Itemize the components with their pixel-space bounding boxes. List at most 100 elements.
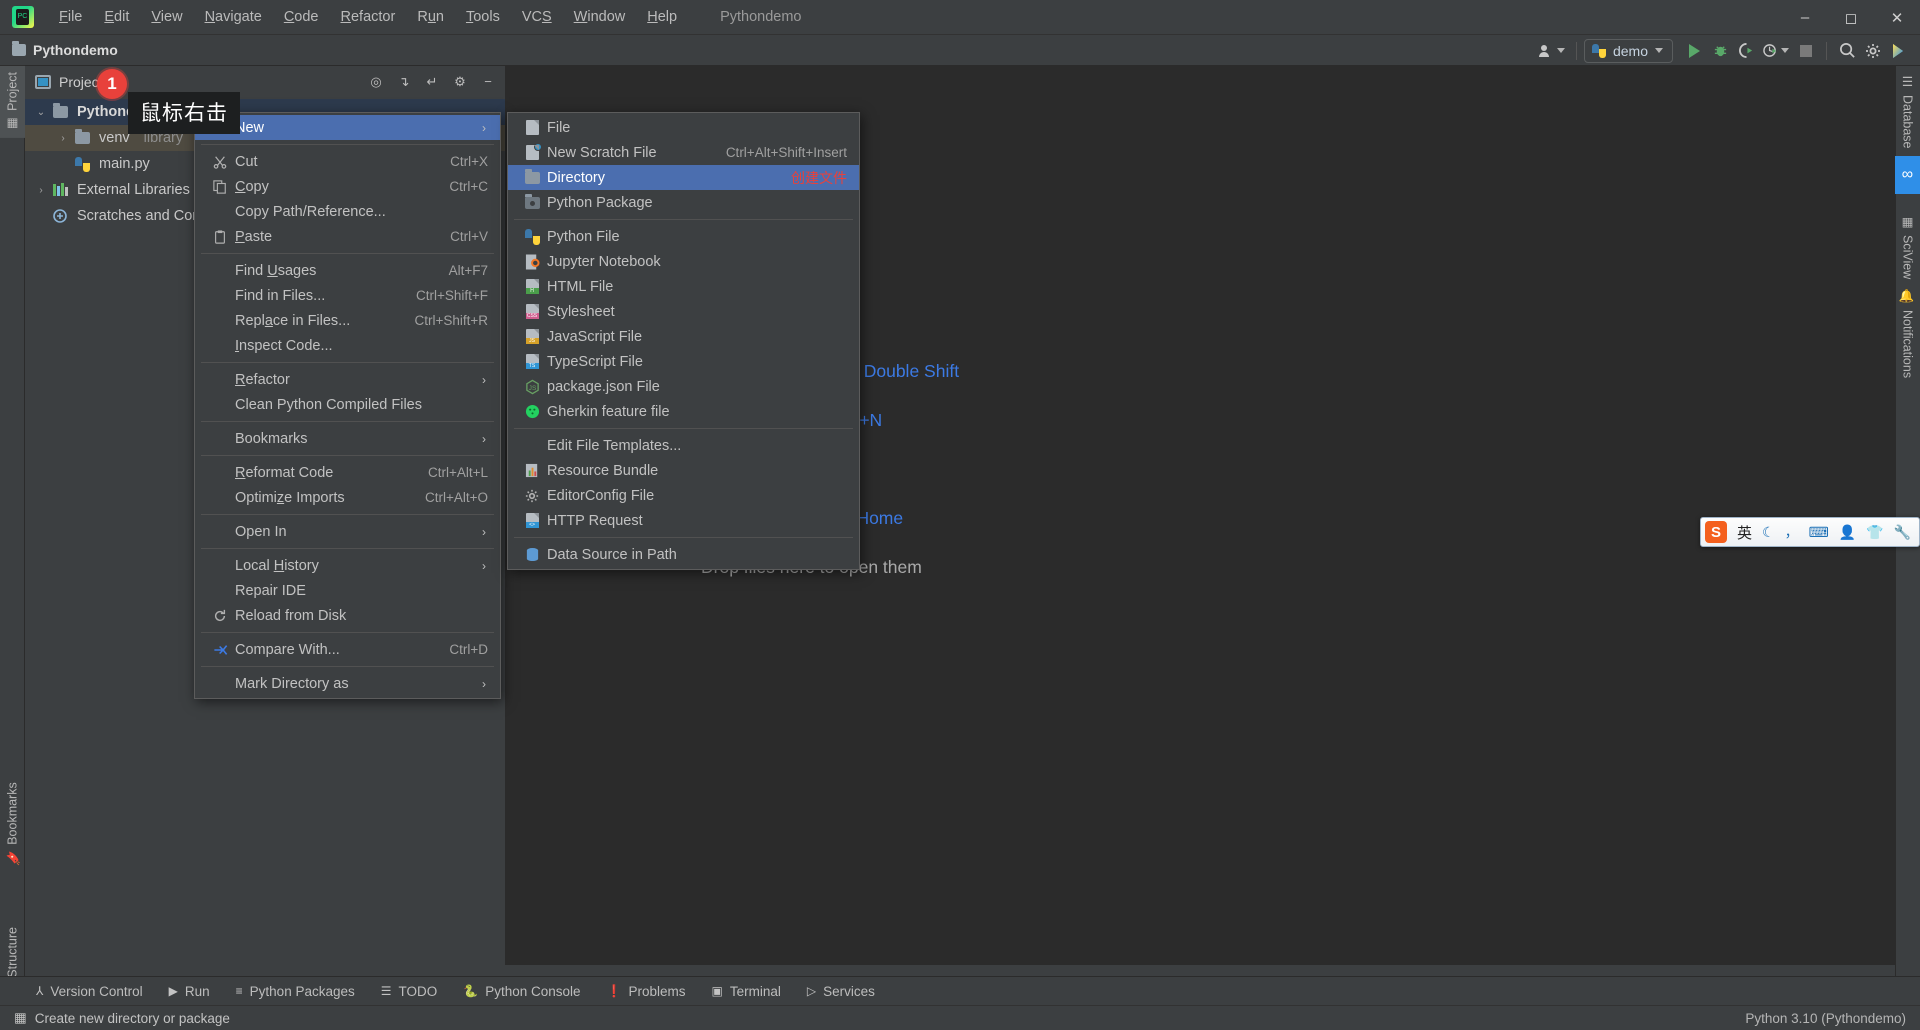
run-icon[interactable] (1681, 39, 1707, 63)
context-menu-item-reload-from-disk[interactable]: Reload from Disk (195, 603, 500, 628)
context-menu-item-mark-directory-as[interactable]: Mark Directory as › (195, 671, 500, 696)
bottom-tab-problems[interactable]: ❗ Problems (607, 984, 686, 999)
sidebar-item-database[interactable]: ☰ Database (1895, 66, 1920, 157)
chevron-right-icon[interactable]: › (35, 185, 47, 196)
ime-mode-label[interactable]: 英 (1737, 522, 1752, 543)
moon-icon[interactable]: ☾ (1762, 524, 1775, 541)
bottom-tab-terminal[interactable]: ▣ Terminal (712, 984, 781, 999)
context-menu-item-cut[interactable]: Cut Ctrl+X (195, 149, 500, 174)
profile-icon[interactable] (1759, 39, 1793, 63)
menubar-item-file[interactable]: File (48, 5, 93, 29)
context-menu-item-local-history[interactable]: Local History › (195, 553, 500, 578)
search-icon[interactable] (1834, 39, 1860, 63)
comma-icon[interactable]: ， (1785, 522, 1799, 542)
context-menu-item-replace-in-files[interactable]: Replace in Files... Ctrl+Shift+R (195, 308, 500, 333)
hide-icon[interactable]: − (479, 73, 497, 91)
sidebar-item-label: Structure (5, 927, 20, 978)
stop-icon[interactable] (1793, 39, 1819, 63)
close-icon[interactable]: ✕ (1874, 0, 1920, 35)
copy-icon (209, 179, 231, 194)
new-submenu-item-typescript-file[interactable]: TS TypeScript File (508, 349, 859, 374)
tools-icon[interactable]: 🔧 (1894, 524, 1911, 541)
new-submenu-item-gherkin-feature-file[interactable]: Gherkin feature file (508, 399, 859, 424)
user-icon[interactable]: 👤 (1839, 524, 1856, 541)
context-menu-item-clean-python-compiled-files[interactable]: Clean Python Compiled Files (195, 392, 500, 417)
new-submenu-item-resource-bundle[interactable]: Resource Bundle (508, 458, 859, 483)
new-submenu-item-python-file[interactable]: Python File (508, 224, 859, 249)
menubar-item-navigate[interactable]: Navigate (194, 5, 273, 29)
chevron-right-icon[interactable]: › (57, 133, 69, 144)
menubar-item-tools[interactable]: Tools (455, 5, 511, 29)
bottom-tab-services[interactable]: ▷ Services (807, 984, 875, 999)
new-submenu-item-jupyter-notebook[interactable]: Jupyter Notebook (508, 249, 859, 274)
context-menu-item-shortcut: Alt+F7 (448, 263, 488, 278)
new-submenu-item-python-package[interactable]: Python Package (508, 190, 859, 215)
bottom-tab-python-packages[interactable]: ≡ Python Packages (236, 984, 355, 999)
folder-icon (75, 129, 93, 144)
collapse-all-icon[interactable]: ↵ (423, 73, 441, 91)
minimize-icon[interactable]: – (1782, 0, 1828, 35)
menubar-item-view[interactable]: View (140, 5, 193, 29)
expand-all-icon[interactable]: ↴ (395, 73, 413, 91)
context-menu-item-refactor[interactable]: Refactor › (195, 367, 500, 392)
context-menu-item-optimize-imports[interactable]: Optimize Imports Ctrl+Alt+O (195, 485, 500, 510)
skin-icon[interactable]: 👕 (1866, 524, 1883, 541)
menubar-item-help[interactable]: Help (636, 5, 688, 29)
sidebar-item-sciview[interactable]: ▦ SciView (1895, 206, 1920, 287)
menubar-item-edit[interactable]: Edit (93, 5, 140, 29)
run-configuration-selector[interactable]: demo (1583, 38, 1673, 63)
select-opened-file-icon[interactable]: ◎ (367, 73, 385, 91)
context-menu-item-find-usages[interactable]: Find Usages Alt+F7 (195, 258, 500, 283)
context-menu-item-copy[interactable]: Copy Ctrl+C (195, 174, 500, 199)
new-submenu-item-html-file[interactable]: H HTML File (508, 274, 859, 299)
bottom-tab-todo[interactable]: ☰ TODO (381, 984, 438, 999)
bottom-tab-run[interactable]: ▶ Run (169, 984, 210, 999)
new-submenu-item-http-request[interactable]: <> HTTP Request (508, 508, 859, 533)
gear-icon[interactable] (1860, 39, 1886, 63)
sidebar-item-ai-assistant[interactable]: ∞ (1895, 156, 1920, 194)
ai-assistant-icon[interactable] (1886, 39, 1912, 63)
interpreter-label[interactable]: Python 3.10 (Pythondemo) (1745, 1011, 1906, 1026)
context-menu-item-inspect-code[interactable]: Inspect Code... (195, 333, 500, 358)
gear-icon[interactable]: ⚙ (451, 73, 469, 91)
menubar-item-vcs[interactable]: VCS (511, 5, 563, 29)
chevron-down-icon[interactable]: ⌄ (35, 107, 47, 118)
new-submenu-item-data-source-in-path[interactable]: Data Source in Path (508, 542, 859, 567)
context-menu-item-new[interactable]: New › (195, 115, 500, 140)
new-submenu-item-new-scratch-file[interactable]: New Scratch File Ctrl+Alt+Shift+Insert (508, 140, 859, 165)
sidebar-item-bookmarks[interactable]: 🔖 Bookmarks (0, 776, 25, 872)
user-account-icon[interactable] (1534, 39, 1569, 63)
context-menu-item-copy-path-reference[interactable]: Copy Path/Reference... (195, 199, 500, 224)
refresh-icon (209, 609, 231, 623)
new-submenu-item-editorconfig-file[interactable]: EditorConfig File (508, 483, 859, 508)
context-menu-item-open-in[interactable]: Open In › (195, 519, 500, 544)
breadcrumb[interactable]: Pythondemo (12, 41, 118, 58)
run-with-coverage-icon[interactable] (1733, 39, 1759, 63)
maximize-icon[interactable]: ◻ (1828, 0, 1874, 35)
sogou-ime-bar[interactable]: S 英 ☾ ， ⌨ 👤 👕 🔧 (1700, 517, 1920, 547)
new-submenu-item-package-json-file[interactable]: JS package.json File (508, 374, 859, 399)
new-submenu-item-stylesheet[interactable]: CSS Stylesheet (508, 299, 859, 324)
menubar-item-code[interactable]: Code (273, 5, 330, 29)
menubar-item-run[interactable]: Run (406, 5, 455, 29)
new-submenu-item-directory[interactable]: Directory 创建文件 (508, 165, 859, 190)
context-menu-item-bookmarks[interactable]: Bookmarks › (195, 426, 500, 451)
keyboard-icon[interactable]: ⌨ (1809, 524, 1829, 541)
new-submenu-item-label: package.json File (547, 378, 660, 395)
new-submenu-item-file[interactable]: File (508, 115, 859, 140)
context-menu-item-paste[interactable]: Paste Ctrl+V (195, 224, 500, 249)
sidebar-item-project[interactable]: ▦ Project (0, 66, 25, 138)
menubar-item-refactor[interactable]: Refactor (330, 5, 407, 29)
sidebar-item-label: Bookmarks (5, 782, 20, 845)
new-submenu-item-javascript-file[interactable]: JS JavaScript File (508, 324, 859, 349)
sidebar-item-notifications[interactable]: 🔔 Notifications (1895, 281, 1920, 386)
debug-bug-icon[interactable] (1707, 39, 1733, 63)
menubar-item-window[interactable]: Window (563, 5, 637, 29)
context-menu-item-compare-with[interactable]: Compare With... Ctrl+D (195, 637, 500, 662)
context-menu-item-find-in-files[interactable]: Find in Files... Ctrl+Shift+F (195, 283, 500, 308)
bottom-tab-version-control[interactable]: ⅄ Version Control (36, 984, 143, 999)
bottom-tab-python-console[interactable]: 🐍 Python Console (463, 984, 580, 999)
context-menu-item-repair-ide[interactable]: Repair IDE (195, 578, 500, 603)
new-submenu-item-edit-file-templates[interactable]: Edit File Templates... (508, 433, 859, 458)
context-menu-item-reformat-code[interactable]: Reformat Code Ctrl+Alt+L (195, 460, 500, 485)
